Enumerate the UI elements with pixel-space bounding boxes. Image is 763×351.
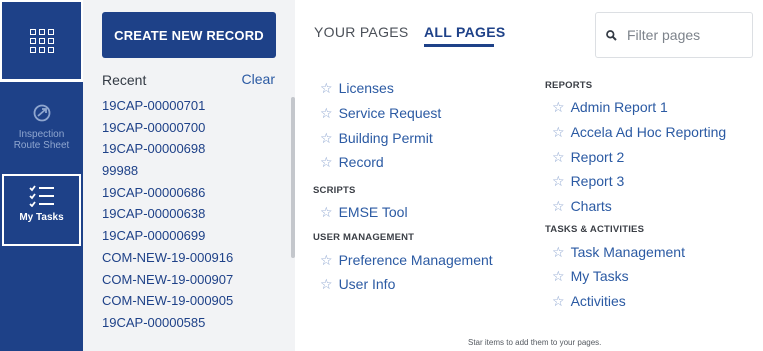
star-icon[interactable]: ☆ xyxy=(320,81,333,95)
page-link-label: User Info xyxy=(338,276,396,293)
recent-record-link[interactable]: COM-NEW-19-000905 xyxy=(102,292,233,314)
page-link[interactable]: ☆ Building Permit xyxy=(313,125,493,150)
page-link-label: Activities xyxy=(570,293,626,310)
star-icon[interactable]: ☆ xyxy=(552,245,565,259)
star-icon[interactable]: ☆ xyxy=(552,150,565,164)
recent-record-link[interactable]: 19CAP-00000701 xyxy=(102,97,233,119)
star-icon[interactable]: ☆ xyxy=(320,155,333,169)
route-icon xyxy=(33,104,50,122)
recent-record-link[interactable]: 19CAP-00000698 xyxy=(102,140,233,162)
filter-pages-input[interactable] xyxy=(627,27,737,43)
star-icon[interactable]: ☆ xyxy=(552,125,565,139)
active-tab-indicator xyxy=(424,44,494,47)
apps-grid-icon xyxy=(29,28,54,53)
page-link[interactable]: ☆ Record xyxy=(313,150,493,175)
rail-item-my-tasks[interactable]: My Tasks xyxy=(2,174,81,246)
page-link[interactable]: ☆ Charts xyxy=(545,194,726,219)
recent-heading: Recent xyxy=(102,72,147,88)
tab-your-pages[interactable]: YOUR PAGES xyxy=(314,24,409,40)
apps-launcher-button[interactable] xyxy=(0,0,83,82)
recent-scrollbar[interactable] xyxy=(291,97,295,258)
clear-recent-link[interactable]: Clear xyxy=(242,71,275,87)
create-new-record-button[interactable]: CREATE NEW RECORD xyxy=(102,12,276,58)
page-link-label: Report 3 xyxy=(570,173,625,190)
recent-record-link[interactable]: COM-NEW-19-000916 xyxy=(102,249,233,271)
page-link-label: Preference Management xyxy=(338,251,493,268)
page-link-label: My Tasks xyxy=(570,268,629,285)
page-link-label: EMSE Tool xyxy=(338,204,408,221)
page-link[interactable]: ☆ EMSE Tool xyxy=(313,200,493,225)
page-link-label: Report 2 xyxy=(570,148,625,165)
page-link[interactable]: ☆ Report 3 xyxy=(545,169,726,194)
star-icon[interactable]: ☆ xyxy=(552,199,565,213)
recent-record-link[interactable]: 19CAP-00000638 xyxy=(102,205,233,227)
star-icon[interactable]: ☆ xyxy=(552,174,565,188)
section-heading-user-management: USER MANAGEMENT xyxy=(313,232,415,244)
filter-pages-box[interactable] xyxy=(595,12,753,58)
star-icon[interactable]: ☆ xyxy=(320,131,333,145)
star-icon[interactable]: ☆ xyxy=(320,277,333,291)
star-icon[interactable]: ☆ xyxy=(552,269,565,283)
recent-list: 19CAP-00000701 19CAP-00000700 19CAP-0000… xyxy=(102,97,233,336)
rail-item-inspection-route-sheet[interactable]: Inspection Route Sheet xyxy=(0,88,83,170)
rail-item-label: Inspection xyxy=(18,129,65,140)
rail-item-label: Route Sheet xyxy=(13,140,70,151)
page-link[interactable]: ☆ My Tasks xyxy=(545,264,726,289)
checklist-icon xyxy=(28,185,54,207)
page-link[interactable]: ☆ Task Management xyxy=(545,239,726,264)
page-link-label: Service Request xyxy=(338,105,442,122)
page-link-label: Licenses xyxy=(338,80,394,97)
page-link[interactable]: ☆ Preference Management xyxy=(313,247,493,272)
page-link[interactable]: ☆ User Info xyxy=(313,272,493,297)
recent-record-link[interactable]: 99988 xyxy=(102,162,233,184)
page-link-label: Record xyxy=(338,154,384,171)
page-link-label: Building Permit xyxy=(338,129,433,146)
page-link-label: Charts xyxy=(570,198,612,215)
recent-record-link[interactable]: 19CAP-00000686 xyxy=(102,184,233,206)
recent-record-link[interactable]: 19CAP-00000699 xyxy=(102,227,233,249)
page-link[interactable]: ☆ Licenses xyxy=(313,76,493,101)
search-icon xyxy=(606,29,617,41)
star-icon[interactable]: ☆ xyxy=(552,100,565,114)
star-icon[interactable]: ☆ xyxy=(552,294,565,308)
rail-item-label: My Tasks xyxy=(19,212,64,223)
page-link-label: Task Management xyxy=(570,243,685,260)
tab-all-pages[interactable]: ALL PAGES xyxy=(424,24,506,47)
pages-column-right: REPORTS ☆ Admin Report 1 ☆ Accela Ad Hoc… xyxy=(545,80,726,314)
left-rail: Inspection Route Sheet My Tasks xyxy=(0,0,83,351)
page-link-label: Admin Report 1 xyxy=(570,99,668,116)
recent-panel: CREATE NEW RECORD Recent Clear 19CAP-000… xyxy=(83,0,295,351)
page-link[interactable]: ☆ Report 2 xyxy=(545,144,726,169)
recent-record-link[interactable]: 19CAP-00000700 xyxy=(102,119,233,141)
star-hint-text: Star items to add them to your pages. xyxy=(468,338,602,347)
section-heading-reports: REPORTS xyxy=(545,80,593,91)
star-icon[interactable]: ☆ xyxy=(320,106,333,120)
section-heading-scripts: SCRIPTS xyxy=(313,184,356,196)
star-icon[interactable]: ☆ xyxy=(320,205,333,219)
page-link[interactable]: ☆ Admin Report 1 xyxy=(545,95,726,120)
star-icon[interactable]: ☆ xyxy=(320,253,333,267)
section-heading-tasks-activities: TASKS & ACTIVITIES xyxy=(545,224,645,236)
tab-all-pages-label: ALL PAGES xyxy=(424,24,506,40)
page-link[interactable]: ☆ Accela Ad Hoc Reporting xyxy=(545,120,726,145)
recent-record-link[interactable]: COM-NEW-19-000907 xyxy=(102,271,233,293)
recent-record-link[interactable]: 19CAP-00000585 xyxy=(102,314,233,336)
pages-column-left: ☆ Licenses ☆ Service Request ☆ Building … xyxy=(313,76,493,297)
page-link[interactable]: ☆ Service Request xyxy=(313,101,493,126)
page-link[interactable]: ☆ Activities xyxy=(545,289,726,314)
page-link-label: Accela Ad Hoc Reporting xyxy=(570,124,727,141)
